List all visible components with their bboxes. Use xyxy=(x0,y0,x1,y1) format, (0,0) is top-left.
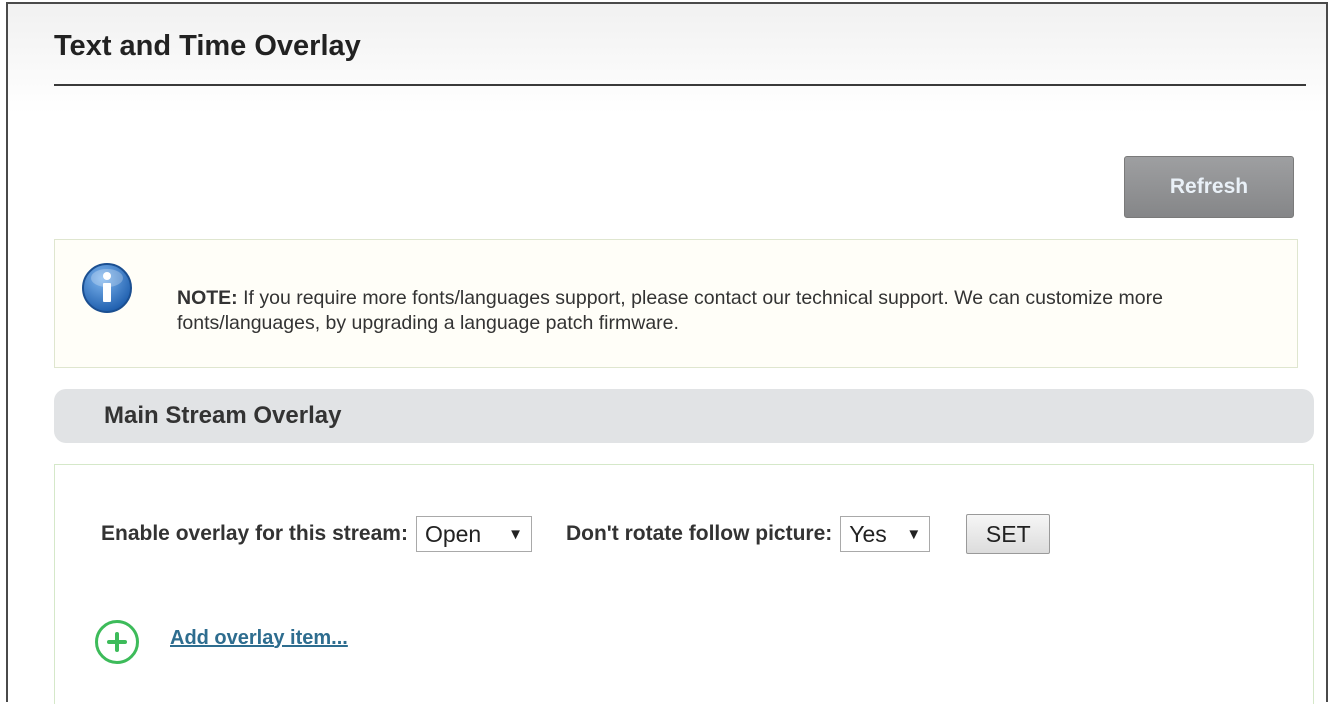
dropdown-arrow-icon: ▼ xyxy=(906,525,922,543)
rotate-select[interactable]: Yes ▼ xyxy=(840,516,931,552)
add-overlay-row: Add overlay item... xyxy=(95,620,348,664)
note-box: NOTE: If you require more fonts/language… xyxy=(54,239,1298,368)
rotate-value: Yes xyxy=(849,520,887,547)
refresh-button[interactable]: Refresh xyxy=(1124,156,1294,218)
main-stream-body: Enable overlay for this stream: Open ▼ D… xyxy=(54,464,1314,704)
note-body: If you require more fonts/languages supp… xyxy=(177,287,1163,334)
set-button[interactable]: SET xyxy=(966,514,1051,554)
note-text: NOTE: If you require more fonts/language… xyxy=(177,286,1267,336)
overlay-settings-row: Enable overlay for this stream: Open ▼ D… xyxy=(101,514,1051,554)
note-label: NOTE: xyxy=(177,287,238,309)
dropdown-arrow-icon: ▼ xyxy=(508,525,523,543)
add-overlay-item-link[interactable]: Add overlay item... xyxy=(170,627,348,650)
overlay-panel: Text and Time Overlay Refresh NOTE: If y… xyxy=(6,2,1328,704)
enable-overlay-value: Open xyxy=(424,520,482,547)
section-title: Main Stream Overlay xyxy=(104,402,342,429)
main-stream-header: Main Stream Overlay xyxy=(54,389,1314,443)
info-icon xyxy=(82,263,132,313)
enable-overlay-select[interactable]: Open ▼ xyxy=(415,516,532,552)
page-title: Text and Time Overlay xyxy=(54,30,361,62)
plus-circle-icon[interactable] xyxy=(95,620,139,664)
rotate-label: Don't rotate follow picture: xyxy=(565,522,833,545)
title-divider xyxy=(54,84,1306,86)
enable-overlay-label: Enable overlay for this stream: xyxy=(101,522,408,545)
